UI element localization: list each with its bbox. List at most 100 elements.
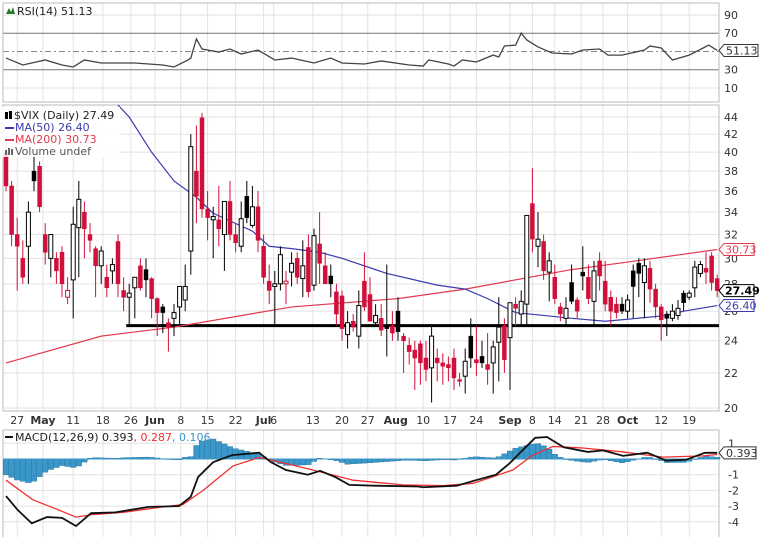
candle: [412, 340, 418, 390]
price-tick-label: 32: [724, 229, 738, 242]
macd-histogram-bar: [535, 443, 542, 460]
candle: [669, 304, 675, 322]
candle: [362, 252, 367, 312]
macd-histogram-bar: [372, 458, 379, 463]
candle-body: [614, 303, 619, 313]
candle-body: [115, 241, 121, 285]
date-label: Oct: [617, 414, 638, 427]
candle-body: [630, 270, 636, 287]
candle-body: [104, 277, 110, 289]
macd-histogram-bar: [339, 458, 346, 463]
candle-body: [82, 211, 87, 230]
candle: [697, 260, 703, 278]
price-tick-label: 20: [724, 402, 738, 415]
candle-body: [474, 359, 479, 364]
date-label: 27: [10, 414, 24, 427]
date-label: 8: [529, 414, 536, 427]
candle: [194, 125, 199, 224]
candle-body: [339, 295, 345, 329]
candle: [37, 161, 42, 213]
candle: [462, 348, 468, 394]
candle: [451, 348, 457, 390]
candle-body: [171, 312, 177, 319]
ma200-legend-swatch: [5, 139, 14, 141]
macd-histogram-bar: [25, 458, 32, 483]
date-label: Sep: [498, 414, 521, 427]
date-label: Aug: [384, 414, 408, 427]
candle-body: [541, 241, 546, 272]
candle: [630, 264, 636, 319]
candle: [647, 260, 653, 303]
candle: [104, 264, 110, 298]
candle-body: [188, 146, 194, 252]
candle-body: [227, 201, 233, 235]
date-label: 14: [548, 414, 562, 427]
candle: [507, 302, 513, 390]
candle-body: [552, 277, 558, 299]
candle: [65, 277, 71, 305]
candle-body: [350, 320, 356, 328]
candle: [300, 240, 306, 298]
candle-body: [580, 271, 586, 277]
candle: [289, 252, 295, 287]
candle-body: [625, 299, 631, 312]
candle-body: [194, 170, 199, 197]
rsi-tick-label: 10: [724, 82, 738, 95]
candle-body: [300, 265, 306, 280]
candle: [238, 201, 244, 253]
candle-body: [395, 310, 401, 332]
candle: [373, 304, 379, 326]
candle: [306, 234, 311, 298]
candle-body: [608, 296, 614, 312]
candle: [524, 214, 530, 326]
date-label: 24: [469, 414, 483, 427]
macd-histogram-bar: [215, 441, 222, 460]
candle: [115, 234, 121, 298]
candle: [378, 304, 384, 337]
candle: [109, 258, 115, 284]
candle-body: [362, 280, 367, 308]
date-label: 19: [682, 414, 696, 427]
candle-body: [569, 282, 574, 302]
candle: [14, 217, 20, 291]
macd-hist-value: , 0.106: [172, 431, 210, 444]
candle-body: [87, 234, 93, 241]
candle: [188, 134, 194, 275]
macd-histogram-bar: [36, 458, 43, 477]
date-label: 15: [201, 414, 215, 427]
candle-body: [384, 325, 390, 329]
candle: [602, 260, 608, 312]
candle: [266, 264, 272, 305]
candle-body: [154, 298, 160, 313]
candle: [591, 260, 597, 326]
candle-body: [378, 318, 384, 331]
macd-histogram-bar: [540, 445, 547, 460]
candle: [423, 340, 429, 382]
candle: [664, 311, 670, 337]
candle-body: [636, 263, 642, 274]
candle: [59, 246, 65, 298]
candle: [681, 290, 686, 312]
candle: [641, 258, 647, 319]
candle-body: [283, 280, 289, 285]
candle: [199, 112, 205, 218]
candle-body: [597, 260, 602, 277]
candle: [496, 297, 502, 382]
candle: [166, 318, 171, 352]
candle: [541, 234, 546, 280]
price-tick-label: 42: [724, 128, 738, 141]
date-label: 22: [229, 414, 243, 427]
candle-body: [177, 285, 183, 308]
rsi-label: RSI(14) 51.13: [17, 5, 92, 18]
candle-body: [166, 322, 171, 328]
candle-body: [574, 299, 580, 312]
candle: [418, 340, 423, 385]
macd-histogram-bar: [507, 450, 514, 460]
macd-panel-frame: [2, 429, 720, 537]
macd-tick-label: -2: [728, 484, 739, 497]
candle: [479, 340, 485, 368]
candle-body: [502, 325, 507, 360]
candle-body: [686, 292, 692, 298]
candle: [328, 264, 334, 298]
candle-body: [669, 310, 675, 319]
